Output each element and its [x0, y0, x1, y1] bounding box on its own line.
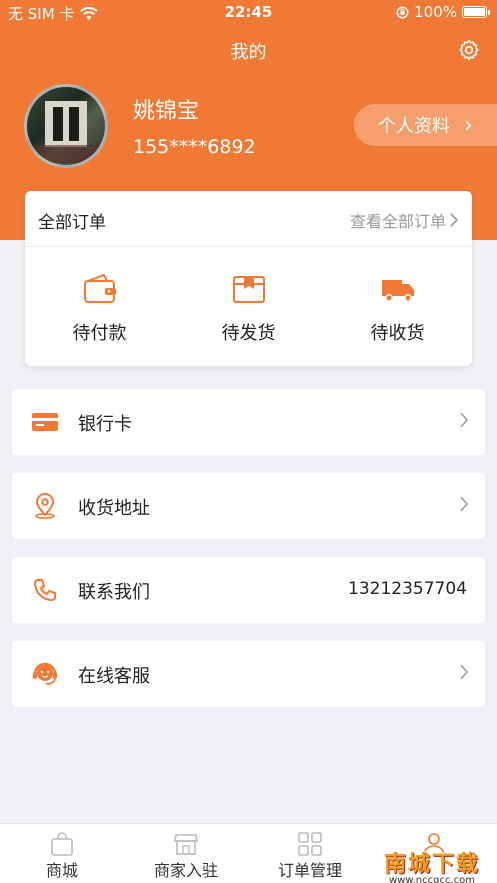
menu-shipping-address[interactable]: 收货地址 — [12, 473, 485, 539]
order-pending-shipment[interactable]: 待发货 — [174, 263, 323, 353]
battery-icon — [462, 6, 490, 18]
chevron-right-icon — [460, 496, 469, 512]
menu-online-service[interactable]: 在线客服 — [12, 641, 485, 707]
watermark-main-text: 南城下载 — [383, 851, 480, 877]
order-item-label: 待付款 — [72, 323, 127, 344]
tab-label: 商家入驻 — [153, 861, 218, 880]
order-item-label: 待发货 — [221, 323, 276, 344]
bank-card-icon — [32, 413, 58, 431]
watermark-logo: 南城下载 www.nccgcc.com — [374, 846, 490, 883]
profile-button[interactable]: 个人资料 › — [354, 104, 497, 146]
phone-icon — [34, 579, 56, 601]
view-all-orders-label: 查看全部订单 — [349, 212, 446, 231]
page-title: 我的 — [230, 42, 267, 63]
menu-contact-us[interactable]: 联系我们 13212357704 — [12, 557, 485, 623]
view-all-orders-link[interactable]: 查看全部订单 — [350, 208, 458, 232]
order-pending-payment[interactable]: 待付款 — [25, 263, 174, 353]
orders-card: 全部订单 查看全部订单 待付款 待发货 待收货 — [25, 191, 472, 366]
tab-mall[interactable]: 商城 — [0, 824, 124, 883]
orientation-lock-icon — [396, 6, 409, 18]
shopping-bag-icon — [51, 832, 73, 856]
menu-label: 收货地址 — [78, 498, 150, 519]
user-phone: 155****6892 — [133, 136, 256, 158]
profile-button-label: 个人资料 — [378, 116, 450, 137]
tab-label: 订单管理 — [277, 861, 342, 880]
tab-order-management[interactable]: 订单管理 — [248, 824, 372, 883]
order-pending-receipt[interactable]: 待收货 — [323, 263, 472, 353]
orders-header[interactable]: 全部订单 查看全部订单 — [25, 191, 472, 247]
orders-title: 全部订单 — [38, 213, 106, 233]
package-icon — [232, 276, 265, 303]
chevron-right-icon — [450, 213, 458, 227]
menu-label: 银行卡 — [78, 414, 132, 435]
status-bar: 无 SIM 卡 22:45 100% — [0, 0, 497, 26]
store-icon — [174, 834, 198, 855]
grid-icon — [298, 832, 322, 856]
tab-merchant-join[interactable]: 商家入驻 — [124, 824, 248, 883]
wallet-icon — [83, 274, 116, 303]
menu-bank-card[interactable]: 银行卡 — [12, 389, 485, 455]
user-name: 姚锦宝 — [133, 99, 200, 124]
chevron-right-icon — [460, 412, 469, 428]
avatar[interactable] — [24, 84, 108, 168]
settings-gear-icon[interactable] — [457, 38, 481, 62]
truck-icon — [381, 280, 414, 302]
watermark-url-text: www.nccgcc.com — [388, 875, 475, 883]
chevron-right-icon: › — [464, 112, 473, 138]
contact-phone-number: 13212357704 — [348, 579, 467, 599]
order-item-label: 待收货 — [370, 323, 425, 344]
battery-percent: 100% — [414, 3, 457, 21]
chevron-right-icon — [460, 664, 469, 680]
status-right: 100% — [396, 3, 490, 21]
headset-icon — [33, 662, 57, 685]
location-pin-icon — [35, 493, 55, 519]
menu-label: 在线客服 — [78, 666, 150, 687]
menu-label: 联系我们 — [78, 582, 150, 603]
tab-label: 商城 — [45, 861, 78, 880]
